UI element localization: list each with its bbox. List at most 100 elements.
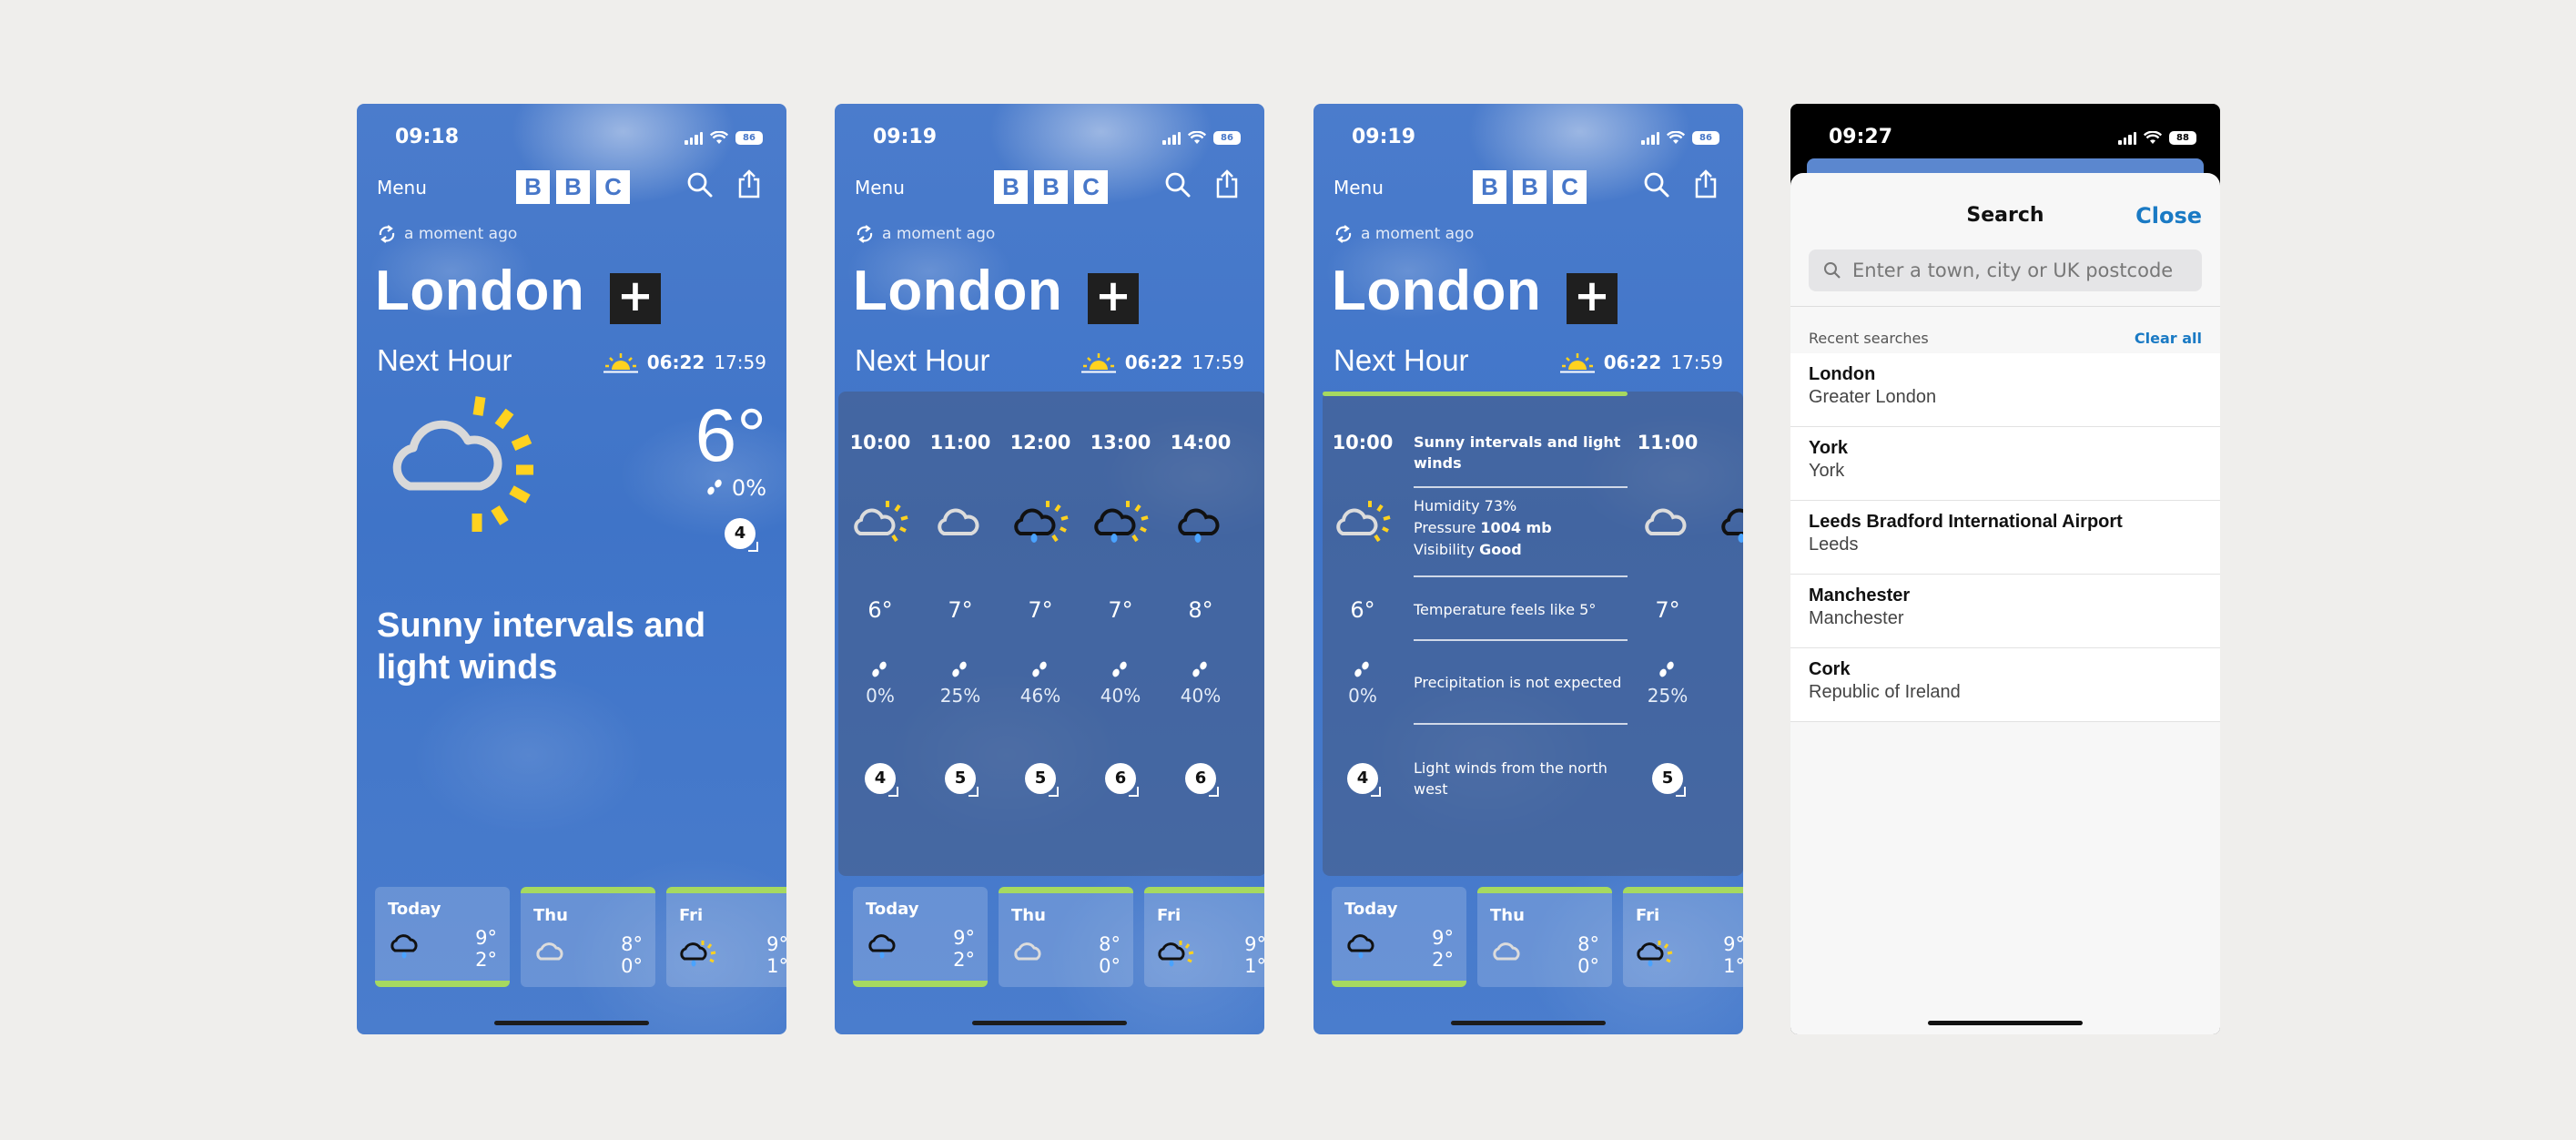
status-time: 09:19 [873,126,938,148]
detail-feels-like: Temperature feels like 5° [1414,601,1597,618]
phone-hourly-forecast: 09:19 86 Menu BBC a moment ago London + … [835,104,1264,1034]
day-card-fri[interactable]: Fri 9° 1° [1144,887,1264,987]
city-name: London [853,260,1063,322]
wind-speed-badge: 5 [1025,763,1059,797]
day-card-fri[interactable]: Fri 9° 1° [666,887,786,987]
menu-button[interactable]: Menu [1334,177,1384,198]
signal-icon [1641,131,1659,145]
wifi-icon [1667,131,1685,144]
add-location-button[interactable]: + [610,273,661,324]
detail-humidity: Humidity 73% [1414,497,1517,514]
clear-all-button[interactable]: Clear all [2135,330,2202,347]
hourly-panel[interactable]: 10:00 6° 0% 4 11:00 7° 25% 5 12:00 7° 46… [838,392,1264,876]
recent-search-item[interactable]: Manchester Manchester [1790,575,2220,648]
detail-divider [1414,575,1628,577]
cloud-icon [1645,508,1687,535]
cloud-icon [1014,942,1041,961]
recent-search-item[interactable]: York York [1790,427,2220,501]
raindrops-icon [1112,661,1127,677]
detail-visibility: Visibility Good [1414,541,1522,558]
day-card-today[interactable]: Today 9° 2° [1332,887,1466,987]
home-indicator [1928,1021,2083,1025]
status-icons: 88 [2118,131,2196,145]
search-field[interactable] [1809,249,2202,291]
phone-search: 09:27 88 Search Close Recent searches Cl… [1790,104,2220,1034]
daily-forecast[interactable]: Today 9° 2° Thu 8° 0° Fri 9° 1° [1332,887,1743,987]
recent-searches-label: Recent searches [1809,330,1929,347]
wind-speed-badge: 4 [865,763,898,797]
battery-icon: 86 [735,131,763,145]
sun-cloud-rain-icon [1637,941,1673,967]
recent-search-item[interactable]: Leeds Bradford International Airport Lee… [1790,501,2220,575]
detail-divider [1414,639,1628,641]
search-icon[interactable] [1643,171,1670,198]
battery-icon: 86 [1692,131,1719,145]
status-time: 09:18 [395,126,460,148]
status-time: 09:27 [1829,126,1893,148]
day-card-today[interactable]: Today 9° 2° [375,887,510,987]
day-card-thu[interactable]: Thu 8° 0° [999,887,1133,987]
recent-search-item[interactable]: Cork Republic of Ireland [1790,648,2220,722]
wind-speed-badge: 4 [725,518,758,552]
raindrops-icon [1659,661,1674,677]
bbc-logo[interactable]: BBC [994,170,1108,204]
menu-button[interactable]: Menu [377,177,427,198]
sun-cloud-rain-icon [1721,508,1743,543]
sun-cloud-rain-icon [1094,501,1149,543]
city-name: London [1332,260,1542,322]
wind-speed-badge: 5 [1652,763,1686,797]
menu-button[interactable]: Menu [855,177,905,198]
last-updated[interactable]: a moment ago [1334,224,1474,244]
add-location-button[interactable]: + [1567,273,1618,324]
wind-speed-badge: 4 [1347,763,1381,797]
sun-times: 06:22 17:59 [603,351,766,373]
sunrise-time: 06:22 [1124,351,1183,373]
wifi-icon [2144,131,2162,144]
phone-hour-detail: 09:19 86 Menu BBC a moment ago London + … [1313,104,1743,1034]
last-updated[interactable]: a moment ago [377,224,517,244]
raindrops-icon [1032,661,1047,677]
cloud-icon [1493,942,1520,961]
last-updated[interactable]: a moment ago [855,224,995,244]
close-button[interactable]: Close [2135,203,2202,229]
status-time: 09:19 [1352,126,1416,148]
search-icon[interactable] [1164,171,1192,198]
sunrise-time: 06:22 [646,351,705,373]
sunrise-icon [603,353,638,373]
status-icons: 86 [1162,131,1241,145]
weather-summary: Sunny intervals and light winds [377,606,706,687]
day-card-thu[interactable]: Thu 8° 0° [1477,887,1612,987]
bbc-logo[interactable]: BBC [1473,170,1587,204]
day-card-thu[interactable]: Thu 8° 0° [521,887,655,987]
recent-search-item[interactable]: London Greater London [1790,353,2220,427]
battery-icon: 88 [2169,131,2196,145]
daily-forecast[interactable]: Today 9° 2° Thu 8° 0° Fri 9° 1° [375,887,786,987]
share-icon[interactable] [1215,169,1239,198]
cloud-icon [938,508,979,535]
raindrops-icon [872,661,887,677]
raindrops-icon [952,661,967,677]
day-card-today[interactable]: Today 9° 2° [853,887,988,987]
daily-forecast[interactable]: Today 9° 2° Thu 8° 0° Fri 9° 1° [853,887,1264,987]
signal-icon [2118,131,2136,145]
share-icon[interactable] [737,169,761,198]
hourly-panel-expanded[interactable]: 10:00 6° 0% 4 Sunny intervals and light … [1323,392,1743,876]
refresh-icon [379,225,395,243]
bbc-logo[interactable]: BBC [516,170,630,204]
share-icon[interactable] [1694,169,1718,198]
sun-times: 06:22 17:59 [1559,351,1723,373]
cloud-rain-icon [390,934,418,959]
add-location-button[interactable]: + [1088,273,1139,324]
next-hour-heading: Next Hour [377,343,512,377]
search-input[interactable] [1852,260,2198,281]
recent-searches-list: London Greater London York York Leeds Br… [1790,353,2220,722]
search-sheet: Search Close Recent searches Clear all L… [1790,173,2220,1034]
home-indicator [1451,1021,1606,1025]
detail-wind: Light winds from the north west [1414,759,1607,798]
search-icon[interactable] [686,171,714,198]
day-card-fri[interactable]: Fri 9° 1° [1623,887,1743,987]
cloud-icon [536,942,563,961]
refresh-icon [1335,225,1352,243]
cloud-rain-icon [1347,934,1374,959]
next-hour-heading: Next Hour [1334,343,1469,377]
